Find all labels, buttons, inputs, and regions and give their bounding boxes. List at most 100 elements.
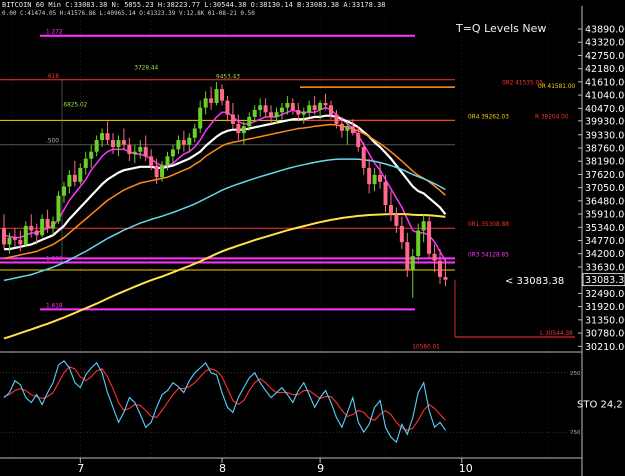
candle-body: [214, 89, 219, 103]
level-label: .618: [46, 74, 59, 80]
candle-body: [209, 98, 214, 103]
x-tick-label: 8: [219, 462, 226, 475]
candle-body: [29, 225, 34, 231]
candle-body: [361, 147, 366, 168]
y-tick-label: 30210.00: [585, 342, 625, 353]
candle-body: [263, 105, 268, 113]
candle-body: [89, 151, 94, 159]
candle-body: [399, 225, 404, 243]
candle-body: [307, 105, 312, 113]
candle-body: [301, 112, 306, 115]
y-tick-label: 36480.00: [585, 196, 625, 207]
candle-body: [416, 230, 421, 257]
candle-body: [279, 107, 284, 113]
candle-body: [323, 102, 328, 106]
candle-body: [132, 151, 137, 155]
bitcoin-price-chart[interactable]: 1.272.6180R2 41535.050R 41581.000R4 3926…: [0, 0, 625, 476]
y-tick-label: 39930.00: [585, 116, 625, 127]
candle-body: [296, 109, 301, 115]
indicator-level-label: 250: [570, 371, 581, 377]
candle-body: [432, 253, 437, 261]
candle-body: [318, 102, 323, 110]
price-annotation: 9453.43: [216, 75, 240, 81]
candle-body: [356, 133, 361, 148]
candle-body: [78, 167, 83, 182]
y-tick-label: 30780.00: [585, 329, 625, 340]
candle-body: [230, 114, 235, 124]
y-tick-label: 43890.00: [585, 24, 625, 35]
y-tick-label: 41040.00: [585, 91, 625, 102]
y-tick-label: 38760.00: [585, 143, 625, 154]
y-tick-label: 32490.00: [585, 289, 625, 300]
level-label: 0R4 39262.03: [468, 114, 509, 120]
candle-body: [12, 237, 17, 240]
level-label: .500: [46, 139, 59, 145]
candle-body: [350, 126, 355, 134]
candle-body: [149, 156, 154, 166]
candle-body: [72, 174, 77, 182]
candle-body: [45, 218, 50, 229]
y-tick-label: 40470.00: [585, 104, 625, 115]
candle-body: [187, 137, 192, 145]
candle-body: [18, 239, 23, 245]
candle-body: [67, 174, 72, 187]
indicator-name: STO 24,2: [577, 400, 623, 411]
y-tick-label: 34770.00: [585, 236, 625, 247]
candle-body: [198, 107, 203, 129]
candle-body: [329, 105, 333, 115]
candle-body: [427, 221, 432, 254]
candle-body: [51, 221, 56, 229]
candle-body: [176, 140, 181, 150]
candle-body: [2, 228, 6, 245]
y-tick-label: 37050.00: [585, 183, 625, 194]
level-label: 1.272: [46, 30, 63, 36]
indicator-level-label: 750: [570, 430, 581, 436]
y-tick-label: 42180.00: [585, 64, 625, 75]
candle-body: [100, 133, 105, 141]
level-label: 1.618: [46, 303, 63, 309]
y-tick-label: 42750.00: [585, 51, 625, 62]
candle-body: [247, 116, 252, 127]
y-tick-label: 34200.00: [585, 249, 625, 260]
y-tick-label: 31350.00: [585, 315, 625, 326]
candle-body: [388, 205, 393, 215]
candle-body: [121, 140, 126, 145]
candle-body: [405, 242, 410, 270]
y-tick-label: 43320.00: [585, 38, 625, 49]
candle-body: [181, 140, 186, 145]
candle-body: [367, 167, 372, 185]
candle-body: [372, 174, 377, 185]
level-label: L 30544.38: [540, 331, 573, 337]
candle-body: [143, 147, 148, 157]
y-tick-label: 41610.00: [585, 77, 625, 88]
y-tick-label: 31920.00: [585, 302, 625, 313]
candle-body: [105, 133, 110, 141]
y-tick-label: 33630.00: [585, 262, 625, 273]
candle-body: [56, 195, 61, 222]
x-tick-label: 10: [459, 462, 473, 475]
candle-body: [111, 140, 115, 148]
candle-body: [220, 89, 224, 101]
candle-body: [383, 181, 388, 206]
candle-body: [83, 158, 88, 168]
candle-body: [154, 165, 159, 178]
candle-body: [312, 105, 317, 110]
candle-body: [7, 237, 12, 245]
y-tick-label: 35340.00: [585, 223, 625, 234]
y-tick-label: 37620.00: [585, 170, 625, 181]
last-price-label: < 33083.38: [505, 276, 565, 287]
candle-body: [23, 225, 28, 245]
candle-body: [269, 112, 274, 117]
candle-body: [274, 112, 279, 117]
candle-body: [165, 156, 170, 166]
candle-body: [339, 123, 344, 131]
candle-body: [443, 276, 448, 280]
level-label: 0R1 35308.88: [468, 222, 509, 228]
candle-body: [290, 102, 295, 110]
candle-body: [378, 174, 383, 182]
y-tick-label: 35910.00: [585, 210, 625, 221]
candle-body: [421, 221, 426, 231]
x-tick-label: 9: [317, 462, 324, 475]
level-label: R 39204.00: [535, 114, 569, 120]
candle-body: [225, 100, 230, 115]
